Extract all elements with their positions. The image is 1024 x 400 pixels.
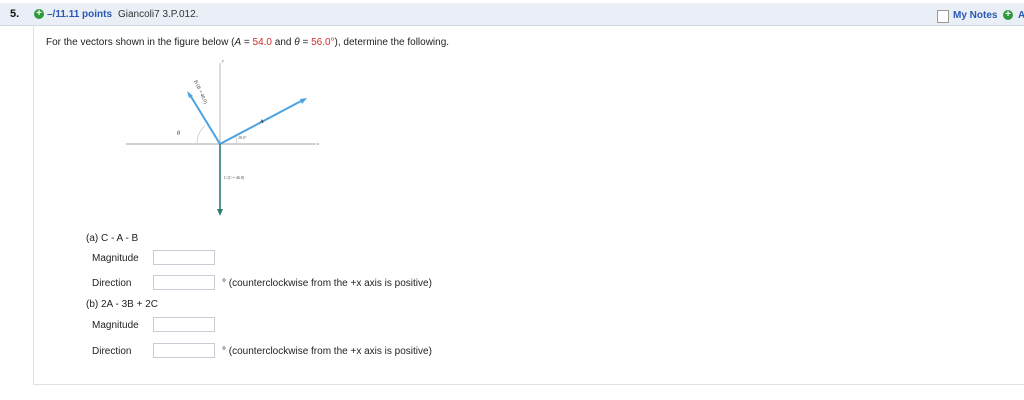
x-axis-label: x — [316, 141, 319, 146]
ask-link[interactable]: A — [1018, 10, 1024, 21]
problem-statement: For the vectors shown in the figure belo… — [46, 37, 450, 48]
points-text: –/11.11 points — [47, 9, 113, 20]
theta-arc — [196, 125, 206, 145]
a-value: 54.0 — [252, 37, 272, 48]
part-a-direction-note: ° (counterclockwise from the +x axis is … — [222, 278, 432, 289]
vector-a-label: A — [260, 120, 264, 125]
part-a-label: (a) C - A - B — [86, 233, 139, 244]
part-b-magnitude-label: Magnitude — [92, 320, 139, 331]
part-a-direction-input[interactable] — [153, 275, 215, 290]
y-axis-label: y — [221, 58, 224, 63]
vector-c-label: C (C = 46.8) — [224, 175, 245, 180]
angle-28-arc — [234, 135, 238, 145]
part-b-direction-input[interactable] — [153, 343, 215, 358]
question-header: 5. + –/11.11 points Giancoli7 3.P.012. M… — [0, 3, 1024, 26]
question-source: Giancoli7 3.P.012. — [118, 9, 199, 20]
vector-figure: y x B (B = 40.0) A 28.0° θ C (C = 46.8) — [126, 58, 319, 216]
question-number: 5. — [10, 8, 20, 20]
my-notes-checkbox[interactable] — [937, 10, 949, 23]
part-b-direction-note: ° (counterclockwise from the +x axis is … — [222, 346, 432, 357]
my-notes-link[interactable]: My Notes — [953, 10, 997, 21]
part-b-magnitude-input[interactable] — [153, 317, 215, 332]
part-b-direction-label: Direction — [92, 346, 132, 357]
expand-icon[interactable]: + — [34, 9, 44, 19]
part-b-label: (b) 2A - 3B + 2C — [86, 299, 158, 310]
add-icon[interactable]: + — [1003, 10, 1013, 20]
vector-a-arrowhead — [300, 98, 307, 104]
part-a-direction-label: Direction — [92, 278, 132, 289]
theta-value: 56.0° — [311, 37, 335, 48]
part-a-magnitude-input[interactable] — [153, 250, 215, 265]
theta-label: θ — [177, 131, 180, 137]
angle-28-label: 28.0° — [238, 135, 247, 140]
vector-c-arrowhead — [217, 209, 223, 216]
part-a-magnitude-label: Magnitude — [92, 253, 139, 264]
